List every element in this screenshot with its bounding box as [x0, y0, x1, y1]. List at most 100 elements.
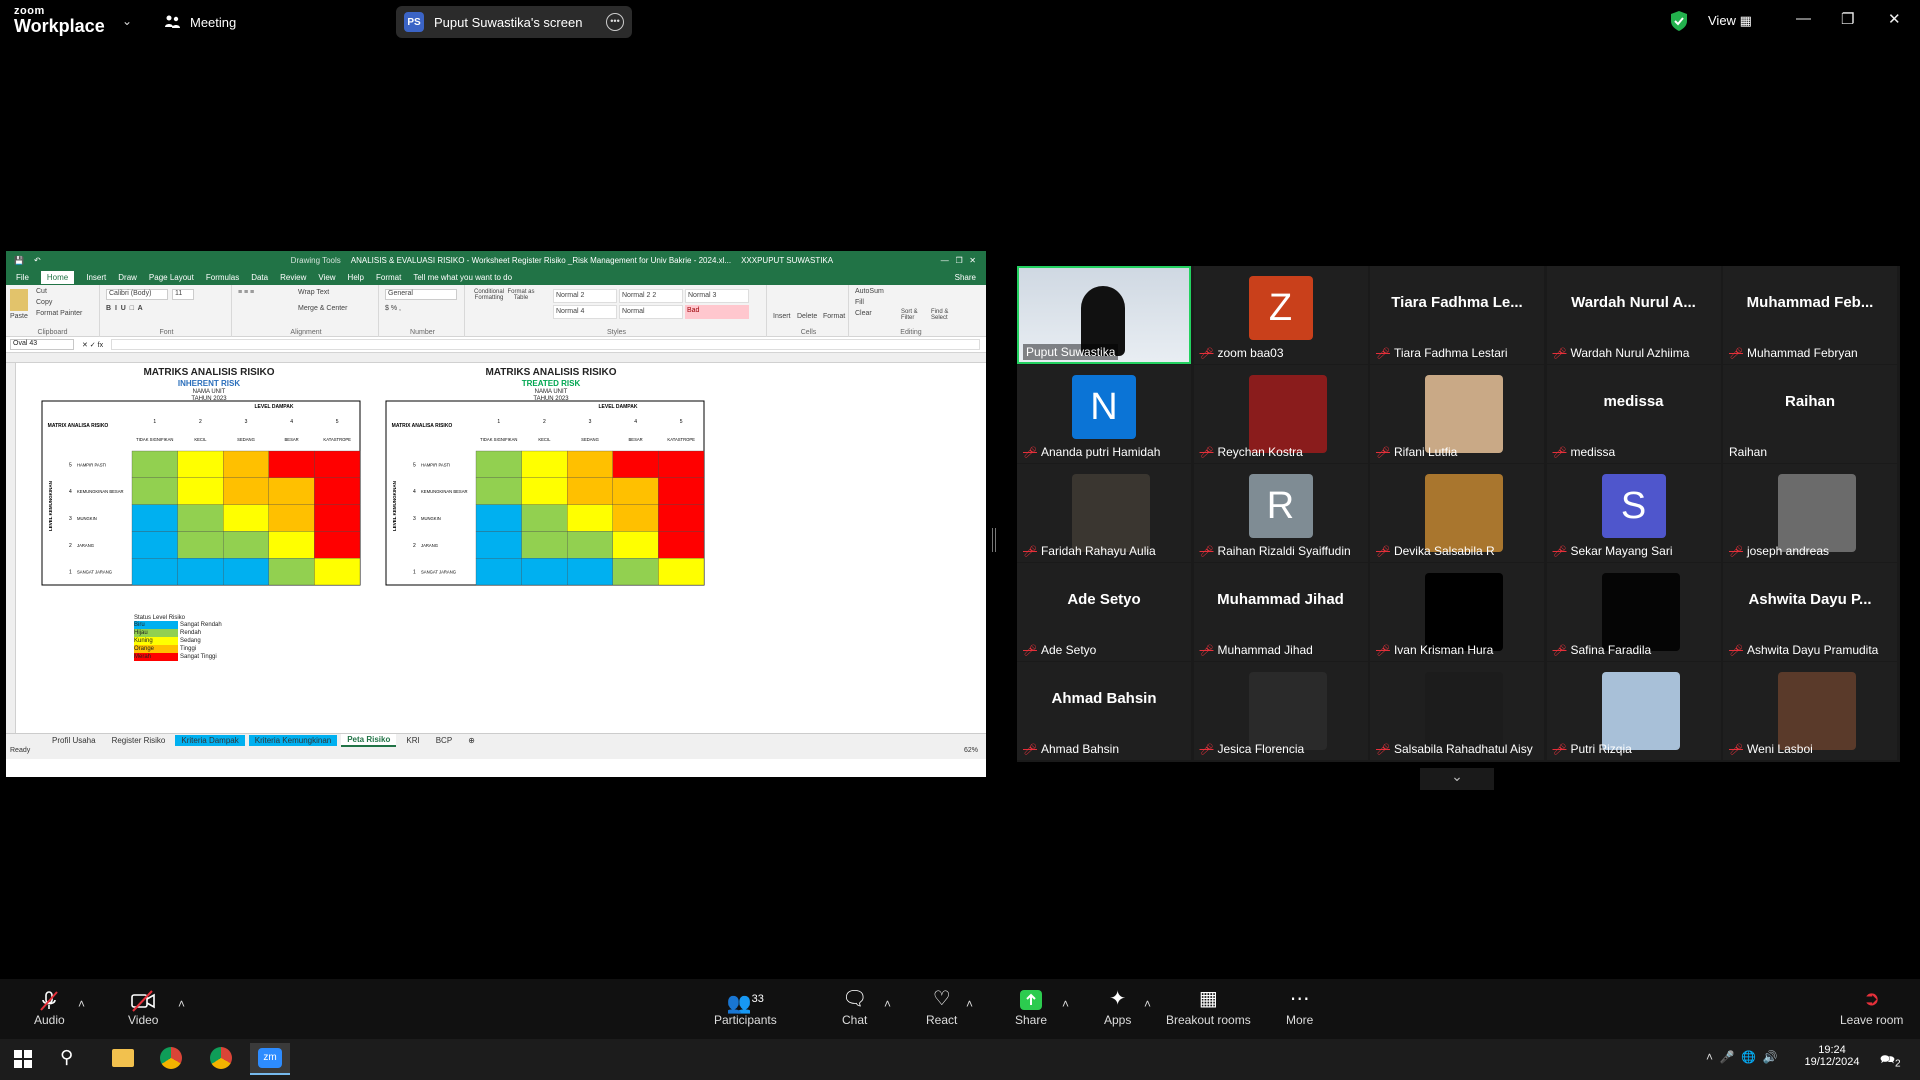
- sheet-tab-profil-usaha[interactable]: Profil Usaha: [46, 735, 102, 746]
- tab-home[interactable]: Home: [40, 270, 75, 284]
- font-name-select[interactable]: Calibri (Body): [106, 289, 168, 300]
- style-normal-2-2[interactable]: Normal 2 2: [619, 289, 683, 303]
- breakout-rooms-button[interactable]: ▦ Breakout rooms: [1166, 989, 1251, 1027]
- tab-file[interactable]: File: [16, 273, 29, 282]
- meeting-info-button[interactable]: Meeting: [164, 14, 236, 30]
- participant-tile[interactable]: Ahmad Bahsin 🎤︎ Ahmad Bahsin: [1017, 662, 1191, 760]
- format-cells-button[interactable]: Format: [823, 313, 845, 320]
- audio-options-chevron-icon[interactable]: ˄: [78, 997, 85, 1011]
- tab-insert[interactable]: Insert: [86, 273, 106, 282]
- participant-tile[interactable]: 🎤︎ Rifani Lutfia: [1370, 365, 1544, 463]
- sheet-tab-kri[interactable]: KRI: [400, 735, 425, 746]
- autosum-button[interactable]: AutoSum: [855, 288, 884, 295]
- cut-button[interactable]: Cut: [36, 288, 47, 295]
- style-normal[interactable]: Normal: [619, 305, 683, 319]
- react-options-chevron-icon[interactable]: ˄: [966, 997, 973, 1011]
- conditional-formatting-button[interactable]: Conditional Formatting: [471, 289, 507, 301]
- find-select-button[interactable]: Find & Select: [931, 309, 961, 321]
- chevron-down-icon[interactable]: ⌄: [122, 14, 132, 28]
- clock[interactable]: 19:24 19/12/2024: [1800, 1044, 1864, 1068]
- sort-filter-button[interactable]: Sort & Filter: [901, 309, 927, 321]
- participant-tile[interactable]: 🎤︎ joseph andreas: [1723, 464, 1897, 562]
- font-size-select[interactable]: 11: [172, 289, 194, 300]
- add-sheet-icon[interactable]: ⊕: [462, 735, 481, 746]
- participant-tile[interactable]: medissa 🎤︎ medissa: [1546, 365, 1721, 463]
- excel-window-controls[interactable]: — ❐ ✕: [941, 256, 976, 265]
- name-box[interactable]: Oval 43: [10, 339, 74, 350]
- sheet-tab-peta-risiko[interactable]: Peta Risiko: [341, 734, 397, 747]
- apps-options-chevron-icon[interactable]: ˄: [1144, 997, 1151, 1011]
- close-icon[interactable]: ✕: [1888, 10, 1901, 28]
- chat-button[interactable]: 🗨 Chat: [842, 989, 867, 1027]
- screen-share-indicator[interactable]: PS Puput Suwastika's screen •••: [396, 6, 632, 38]
- format-as-table-button[interactable]: Format as Table: [507, 289, 535, 301]
- paste-button[interactable]: Paste: [10, 313, 28, 320]
- participant-tile[interactable]: Puput Suwastika: [1017, 266, 1191, 364]
- tab-formulas[interactable]: Formulas: [206, 273, 239, 282]
- align-icons[interactable]: ≡ ≡ ≡: [238, 289, 254, 296]
- number-icons[interactable]: $ % ,: [385, 305, 401, 312]
- participant-tile[interactable]: 🎤︎ Safina Faradila: [1546, 563, 1721, 661]
- participant-tile[interactable]: 🎤︎ Weni Lasboi: [1723, 662, 1897, 760]
- chrome-profile-icon[interactable]: [210, 1047, 232, 1069]
- formula-input[interactable]: [111, 339, 980, 350]
- participants-button[interactable]: 👥33 Participants: [714, 989, 777, 1027]
- sheet-tab-bcp[interactable]: BCP: [430, 735, 458, 746]
- file-explorer-icon[interactable]: [112, 1049, 134, 1067]
- participant-tile[interactable]: 🎤︎ Reychan Kostra: [1193, 365, 1368, 463]
- chrome-icon[interactable]: [160, 1047, 182, 1069]
- tab-format[interactable]: Format: [376, 273, 401, 282]
- wrap-text-button[interactable]: Wrap Text: [298, 289, 329, 296]
- leave-room-button[interactable]: ➲ Leave room: [1840, 989, 1903, 1027]
- font-style-buttons[interactable]: B I U □ A: [106, 305, 143, 312]
- participant-tile[interactable]: S 🎤︎ Sekar Mayang Sari: [1546, 464, 1721, 562]
- format-painter-button[interactable]: Format Painter: [36, 310, 82, 317]
- tray-icons[interactable]: ˄ 🎤 🌐 🔊: [1706, 1050, 1778, 1064]
- participant-tile[interactable]: 🎤︎ Devika Salsabila R: [1370, 464, 1544, 562]
- fill-button[interactable]: Fill: [855, 299, 864, 306]
- participant-tile[interactable]: 🎤︎ Ivan Krisman Hura: [1370, 563, 1544, 661]
- zoom-taskbar-button[interactable]: zm: [250, 1043, 290, 1075]
- copy-button[interactable]: Copy: [36, 299, 52, 306]
- participant-tile[interactable]: 🎤︎ Faridah Rahayu Aulia: [1017, 464, 1191, 562]
- tab-view[interactable]: View: [318, 273, 335, 282]
- share-options-chevron-icon[interactable]: ˄: [1062, 997, 1069, 1011]
- participant-tile[interactable]: Z 🎤︎ zoom baa03: [1193, 266, 1368, 364]
- audio-button[interactable]: Audio: [34, 989, 65, 1027]
- merge-center-button[interactable]: Merge & Center: [298, 305, 347, 312]
- notification-icon[interactable]: 🗪2: [1880, 1050, 1901, 1071]
- participant-tile[interactable]: 🎤︎ Jesica Florencia: [1193, 662, 1368, 760]
- tell-me-search[interactable]: Tell me what you want to do: [413, 273, 512, 282]
- chat-options-chevron-icon[interactable]: ˄: [884, 997, 891, 1011]
- participant-tile[interactable]: Muhammad Feb... 🎤︎ Muhammad Febryan: [1723, 266, 1897, 364]
- participant-tile[interactable]: Tiara Fadhma Le... 🎤︎ Tiara Fadhma Lestari: [1370, 266, 1544, 364]
- more-options-icon[interactable]: •••: [606, 13, 624, 31]
- more-button[interactable]: ⋯ More: [1286, 989, 1313, 1027]
- search-icon[interactable]: ⚲: [60, 1047, 73, 1068]
- participant-tile[interactable]: Wardah Nurul A... 🎤︎ Wardah Nurul Azhiima: [1546, 266, 1721, 364]
- splitter-handle[interactable]: [992, 528, 996, 552]
- tab-page-layout[interactable]: Page Layout: [149, 273, 194, 282]
- worksheet-grid[interactable]: MATRIX ANALISA RISIKO LEVEL DAMPAK 1 TIDAK …: [6, 363, 986, 733]
- sheet-tab-kriteria-dampak[interactable]: Kriteria Dampak: [175, 735, 245, 746]
- react-button[interactable]: ♡ React: [926, 989, 957, 1027]
- insert-cells-button[interactable]: Insert: [773, 313, 791, 320]
- apps-button[interactable]: ✦ Apps: [1104, 989, 1131, 1027]
- gallery-next-page-icon[interactable]: ⌄: [1420, 768, 1494, 790]
- participant-tile[interactable]: 🎤︎ Putri Rizqia: [1546, 662, 1721, 760]
- view-button[interactable]: View ▦: [1708, 13, 1752, 29]
- style-normal-3[interactable]: Normal 3: [685, 289, 749, 303]
- share-button[interactable]: Share: [1015, 989, 1047, 1027]
- windows-start-icon[interactable]: [14, 1050, 32, 1068]
- participant-tile[interactable]: 🎤︎ Salsabila Rahadhatul Aisy: [1370, 662, 1544, 760]
- encryption-shield-icon[interactable]: [1670, 10, 1688, 32]
- participant-tile[interactable]: Ade Setyo 🎤︎ Ade Setyo: [1017, 563, 1191, 661]
- delete-cells-button[interactable]: Delete: [797, 313, 817, 320]
- style-normal-4[interactable]: Normal 4: [553, 305, 617, 319]
- tab-review[interactable]: Review: [280, 273, 306, 282]
- video-button[interactable]: Video: [128, 989, 158, 1027]
- restore-icon[interactable]: ❐: [1841, 10, 1854, 28]
- participant-tile[interactable]: N 🎤︎ Ananda putri Hamidah: [1017, 365, 1191, 463]
- save-icon[interactable]: 💾: [14, 256, 24, 265]
- clear-button[interactable]: Clear: [855, 310, 872, 317]
